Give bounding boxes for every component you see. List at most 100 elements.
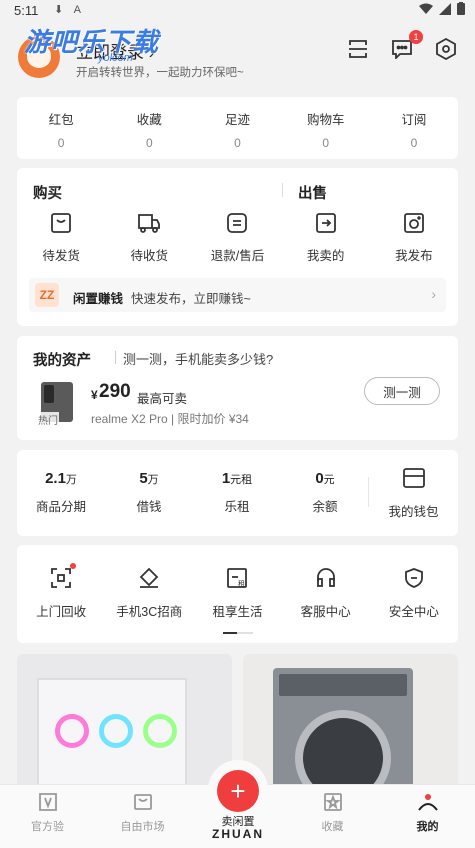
tab-mine[interactable]: 我的: [380, 785, 475, 848]
watermark-logo: 游吧乐下载: [24, 27, 160, 57]
signal-icon: [439, 2, 451, 15]
headset-icon: [316, 568, 335, 587]
assets-subtitle: 测一测，手机能卖多少钱?: [123, 352, 274, 367]
tab-favorites[interactable]: 收藏: [285, 785, 380, 848]
profile-icon: [417, 794, 438, 811]
service-label: 手机3C招商: [116, 605, 183, 619]
system-indicators: [419, 2, 465, 15]
wallet-card: 2.1万 商品分期 5万 借钱 1元租 乐租 0元 余额 我的钱包: [17, 450, 458, 536]
wallet-label: 我的钱包: [388, 505, 439, 519]
services-card: 上门回收 手机3C招商 租 租享生活 客服中心 安全中心: [17, 545, 458, 643]
stat-value: 0: [322, 136, 330, 150]
wallet-loan[interactable]: 5万 借钱: [105, 450, 193, 536]
wallet-unit: 元: [323, 474, 335, 486]
wallet-installment[interactable]: 2.1万 商品分期: [17, 450, 105, 536]
wallet-icon: [402, 468, 425, 488]
recycle-icon: [51, 568, 71, 588]
stat-label: 订阅: [401, 113, 427, 127]
service-3c-merchant[interactable]: 手机3C招商: [105, 545, 193, 643]
settings-icon: [436, 38, 456, 60]
buy-section-title: 购买: [33, 186, 62, 202]
message-badge: 1: [409, 30, 423, 44]
stat-footprints[interactable]: 足迹 0: [193, 97, 281, 159]
profile-header: 立即登录 › 开启转转世界，一起助力环保吧~ 游吧乐下载 yolcom 1: [0, 22, 475, 92]
wallet-rent[interactable]: 1元租 乐租: [193, 450, 281, 536]
svg-text:租: 租: [238, 580, 245, 588]
wallet-value: 5: [139, 470, 148, 487]
service-label: 租享生活: [212, 605, 263, 619]
wallet-unit: 万: [65, 474, 77, 486]
order-items: 待发货 待收货 退款/售后 我卖的 我发布: [17, 210, 458, 264]
settings-button[interactable]: [433, 36, 459, 62]
rent-icon: 租: [227, 568, 248, 588]
assets-card: 我的资产 测一测，手机能卖多少钱? 热门 ¥ 290 最高可卖 realme X…: [17, 336, 458, 440]
stat-label: 购物车: [306, 113, 345, 127]
scan-button[interactable]: [345, 36, 371, 62]
price-label: 最高可卖: [137, 392, 188, 406]
orders-card: 购买 出售 待发货 待收货 退款/售后 我卖的 我发布 ZZ 闲置赚钱 快速发布…: [17, 168, 458, 326]
service-label: 安全中心: [388, 605, 439, 619]
service-rent-life[interactable]: 租 租享生活: [193, 545, 281, 643]
idle-earn-banner[interactable]: ZZ 闲置赚钱 快速发布，立即赚钱~ ›: [29, 278, 446, 312]
stat-favorites[interactable]: 收藏 0: [105, 97, 193, 159]
notification-dot: [70, 563, 77, 569]
order-pending-receipt[interactable]: 待收货: [105, 210, 193, 264]
estimated-price: 290: [99, 381, 131, 402]
tab-free-market[interactable]: 自由市场: [95, 785, 190, 848]
box-icon: [51, 213, 71, 233]
status-time: 5:11: [14, 3, 39, 18]
notification-icons: ⬇ A: [54, 4, 86, 16]
shield-icon: [404, 568, 423, 588]
service-customer-center[interactable]: 客服中心: [282, 545, 370, 643]
wallet-label: 借钱: [136, 500, 162, 514]
pc-case-image: [37, 678, 187, 784]
chevron-right-icon: ›: [431, 286, 436, 302]
hot-tag: 热门: [37, 412, 59, 427]
stat-label: 收藏: [136, 113, 162, 127]
tab-official-verify[interactable]: 官方验: [0, 785, 95, 848]
product-card-washer[interactable]: [243, 654, 458, 784]
assets-title: 我的资产: [33, 353, 91, 369]
sell-section-title: 出售: [298, 186, 327, 202]
promo-title: 闲置赚钱: [73, 292, 124, 306]
tab-label: 官方验: [31, 821, 64, 833]
tagline: 开启转转世界，一起助力环保吧~: [76, 67, 244, 79]
service-label: 客服中心: [300, 605, 351, 619]
wallet-label: 商品分期: [35, 500, 86, 514]
order-refund[interactable]: 退款/售后: [193, 210, 281, 264]
refund-icon: [227, 213, 248, 233]
star-icon: [323, 793, 342, 811]
sell-button[interactable]: +: [217, 770, 259, 812]
estimate-button[interactable]: 测一测: [364, 377, 440, 405]
my-wallet-button[interactable]: 我的钱包: [369, 468, 458, 520]
product-card-pc[interactable]: [17, 654, 232, 784]
wallet-unit: 万: [147, 474, 159, 486]
wallet-value: 2.1: [45, 470, 66, 487]
stat-label: 足迹: [225, 113, 251, 127]
market-icon: [133, 794, 152, 810]
message-button[interactable]: 1: [389, 30, 423, 62]
section-divider: [282, 183, 283, 197]
order-sold[interactable]: 我卖的: [282, 210, 370, 264]
brand-wordmark: ZHUAN: [212, 827, 264, 841]
stat-label: 红包: [48, 113, 74, 127]
currency-symbol: ¥: [91, 388, 98, 402]
order-pending-shipment[interactable]: 待发货: [17, 210, 105, 264]
tab-label: 我的: [416, 821, 439, 833]
stat-value: 0: [57, 136, 65, 150]
stat-value: 0: [410, 136, 418, 150]
washing-machine-image: [273, 668, 413, 784]
order-published[interactable]: 我发布: [370, 210, 458, 264]
wallet-balance[interactable]: 0元 余额: [281, 450, 369, 536]
order-label: 待收货: [130, 249, 169, 263]
stat-subscriptions[interactable]: 订阅 0: [370, 97, 458, 159]
stat-cart[interactable]: 购物车 0: [282, 97, 370, 159]
wifi-icon: [419, 3, 433, 14]
stat-red-packet[interactable]: 红包 0: [17, 97, 105, 159]
service-security-center[interactable]: 安全中心: [370, 545, 458, 643]
verify-icon: [38, 793, 57, 811]
service-recycle[interactable]: 上门回收: [17, 545, 105, 643]
service-label: 上门回收: [36, 605, 87, 619]
promo-text: 快速发布，立即赚钱~: [131, 292, 251, 306]
wallet-label: 乐租: [224, 500, 250, 514]
